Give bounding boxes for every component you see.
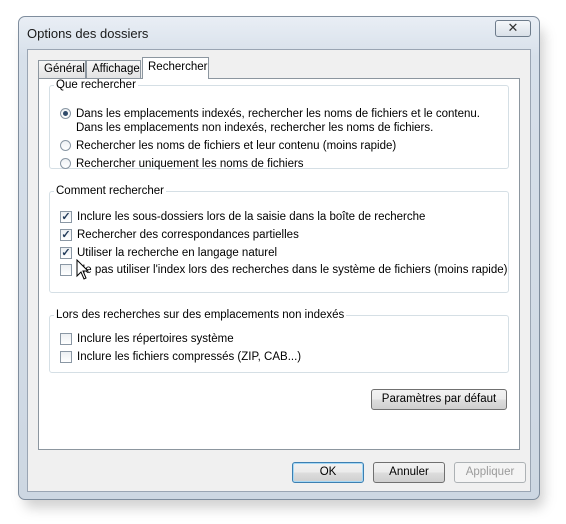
checkbox-label: Inclure les fichiers compressés (ZIP, CA… bbox=[77, 351, 302, 363]
tab-general[interactable]: Général bbox=[38, 60, 86, 78]
group-what-to-search: Que rechercher Dans les emplacements ind… bbox=[49, 79, 509, 171]
checkbox-unchecked[interactable] bbox=[60, 333, 72, 345]
group-non-indexed: Lors des recherches sur des emplacements… bbox=[49, 309, 509, 373]
radio-option-indexed[interactable]: Dans les emplacements indexés, recherche… bbox=[60, 107, 496, 135]
checkbox-include-subfolders[interactable]: ✓ Inclure les sous-dossiers lors de la s… bbox=[60, 210, 425, 224]
close-button[interactable]: ✕ bbox=[495, 20, 531, 37]
group-non-indexed-legend: Lors des recherches sur des emplacements… bbox=[56, 309, 345, 321]
radio-option-names-only[interactable]: Rechercher uniquement les noms de fichie… bbox=[60, 157, 304, 171]
cancel-button[interactable]: Annuler bbox=[373, 462, 445, 483]
checkbox-compressed-files[interactable]: Inclure les fichiers compressés (ZIP, CA… bbox=[60, 350, 301, 364]
checkbox-unchecked[interactable] bbox=[60, 264, 72, 276]
restore-defaults-button[interactable]: Paramètres par défaut bbox=[371, 389, 507, 410]
tab-rechercher[interactable]: Rechercher bbox=[142, 57, 209, 79]
ok-button[interactable]: OK bbox=[292, 462, 364, 483]
checkbox-label: Ne pas utiliser l'index lors des recherc… bbox=[77, 264, 508, 276]
radio-label: Rechercher les noms de fichiers et leur … bbox=[76, 140, 397, 152]
checkbox-unchecked[interactable] bbox=[60, 351, 72, 363]
checkbox-label: Inclure les sous-dossiers lors de la sai… bbox=[77, 211, 426, 223]
close-icon: ✕ bbox=[507, 20, 519, 35]
checkbox-checked[interactable]: ✓ bbox=[60, 229, 72, 241]
group-what-legend: Que rechercher bbox=[56, 79, 136, 91]
checkbox-checked[interactable]: ✓ bbox=[60, 211, 72, 223]
group-how-to-search: Comment rechercher ✓ Inclure les sous-do… bbox=[49, 185, 509, 293]
window-title: Options des dossiers bbox=[27, 26, 149, 41]
checkbox-partial-matches[interactable]: ✓ Rechercher des correspondances partiel… bbox=[60, 228, 299, 242]
radio-label: Rechercher uniquement les noms de fichie… bbox=[76, 158, 304, 170]
radio-option-names-and-content[interactable]: Rechercher les noms de fichiers et leur … bbox=[60, 139, 396, 153]
apply-button[interactable]: Appliquer bbox=[454, 462, 526, 483]
checkbox-no-index[interactable]: Ne pas utiliser l'index lors des recherc… bbox=[60, 263, 507, 277]
radio-label: Dans les emplacements indexés, recherche… bbox=[76, 108, 480, 134]
checkbox-label: Utiliser la recherche en langage naturel bbox=[77, 247, 278, 259]
radio-button[interactable] bbox=[60, 140, 71, 151]
checkbox-label: Inclure les répertoires système bbox=[77, 333, 234, 345]
mouse-pointer-icon bbox=[76, 259, 90, 280]
checkbox-checked[interactable]: ✓ bbox=[60, 247, 72, 259]
checkbox-system-directories[interactable]: Inclure les répertoires système bbox=[60, 332, 234, 346]
radio-button-selected[interactable] bbox=[60, 108, 71, 119]
title-bar[interactable]: Options des dossiers ✕ bbox=[19, 17, 539, 49]
dialog-client-area: Général Affichage Rechercher Que recherc… bbox=[27, 49, 531, 492]
radio-button[interactable] bbox=[60, 158, 71, 169]
checkbox-label: Rechercher des correspondances partielle… bbox=[77, 229, 299, 241]
tab-panel-rechercher: Que rechercher Dans les emplacements ind… bbox=[38, 78, 520, 450]
folder-options-dialog: Options des dossiers ✕ Général Affichage… bbox=[18, 16, 540, 500]
checkbox-natural-language[interactable]: ✓ Utiliser la recherche en langage natur… bbox=[60, 246, 277, 260]
tab-affichage[interactable]: Affichage bbox=[86, 60, 141, 78]
group-how-legend: Comment rechercher bbox=[56, 185, 165, 197]
